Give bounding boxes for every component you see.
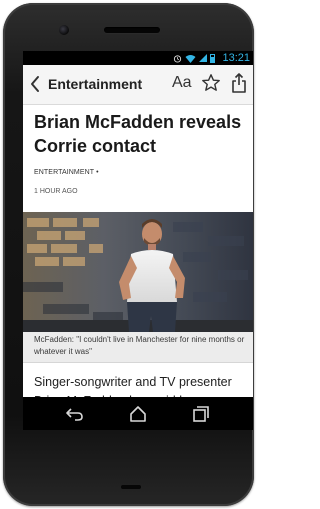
article-timestamp: 1 HOUR AGO <box>34 188 78 195</box>
article-category[interactable]: ENTERTAINMENT • <box>34 169 99 176</box>
recent-apps-icon[interactable] <box>189 405 211 423</box>
battery-icon <box>210 53 215 63</box>
status-icons <box>173 53 215 63</box>
wifi-icon <box>185 54 196 63</box>
signal-icon <box>199 54 207 62</box>
action-bar: Entertainment Aa <box>23 65 253 105</box>
article-photo <box>23 212 253 332</box>
article-headline: Brian McFadden reveals Corrie contact <box>34 112 242 156</box>
home-icon[interactable] <box>127 405 149 423</box>
status-time: 13:21 <box>222 52 250 64</box>
chevron-left-icon[interactable] <box>28 73 42 95</box>
front-camera <box>59 25 69 35</box>
microphone-grille <box>121 485 141 489</box>
share-icon[interactable] <box>231 72 247 94</box>
earpiece-speaker <box>104 27 160 33</box>
screen: 13:21 Entertainment Aa Brian McFadden re… <box>23 51 253 430</box>
page-title: Entertainment <box>48 76 143 92</box>
navigation-bar <box>23 397 253 430</box>
text-size-button[interactable]: Aa <box>172 73 192 93</box>
back-icon[interactable] <box>64 405 86 423</box>
photo-caption-box: McFadden: "I couldn't live in Manchester… <box>23 332 253 363</box>
status-bar: 13:21 <box>23 51 253 65</box>
alarm-icon <box>173 54 182 63</box>
star-outline-icon[interactable] <box>201 73 221 93</box>
phone-frame: 13:21 Entertainment Aa Brian McFadden re… <box>3 3 254 506</box>
photo-caption: McFadden: "I couldn't live in Manchester… <box>34 335 245 356</box>
